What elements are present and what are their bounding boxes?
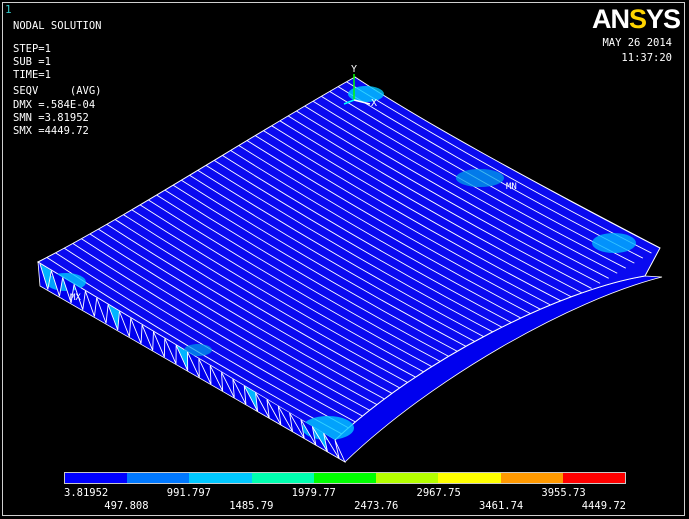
legend-label: 3.81952 [64, 487, 109, 499]
legend-color-band [127, 473, 190, 483]
contour-legend [64, 472, 626, 484]
legend-color-band [376, 473, 439, 483]
legend-label: 2473.76 [354, 500, 399, 512]
legend-color-band [65, 473, 128, 483]
legend-label: 1979.77 [291, 487, 336, 499]
top-surface [36, 76, 661, 441]
legend-color-band [438, 473, 501, 483]
triad-x-label: X [371, 98, 377, 109]
legend-color-band [189, 473, 252, 483]
legend-label: 3955.73 [541, 487, 586, 499]
legend-label: 4449.72 [581, 500, 626, 512]
legend-label: 497.808 [104, 500, 149, 512]
legend-label: 991.797 [166, 487, 212, 499]
legend-color-band [251, 473, 314, 483]
legend-label: 1485.79 [229, 500, 274, 512]
legend-color-band [562, 473, 625, 483]
legend-color-band [500, 473, 563, 483]
max-marker: MX [70, 293, 81, 303]
triad-y-label: Y [351, 64, 357, 75]
fe-model-plot[interactable]: Y X MN MX [0, 0, 689, 519]
legend-color-band [313, 473, 377, 483]
graphics-viewport[interactable]: 1 NODAL SOLUTION STEP=1 SUB =1 TIME=1 SE… [0, 0, 689, 519]
min-marker: MN [506, 182, 517, 192]
legend-label: 2967.75 [416, 487, 461, 499]
legend-label: 3461.74 [478, 500, 524, 512]
